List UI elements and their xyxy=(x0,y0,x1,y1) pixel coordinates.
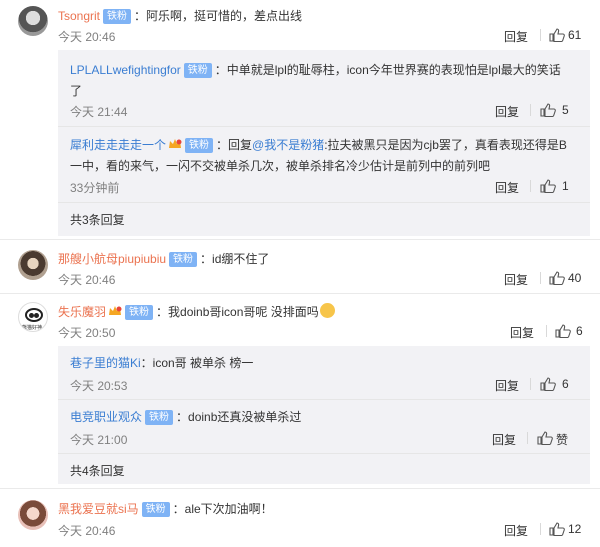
thumbs-up-icon[interactable] xyxy=(540,377,556,391)
reply-time: 今天 21:44 xyxy=(70,105,128,119)
like-count: 6 xyxy=(576,324,583,338)
reply-line: 电竞职业观众 铁粉 ：doinb还真没被单杀过 xyxy=(70,408,301,425)
reply-button[interactable]: 回复 xyxy=(504,522,528,539)
mention-link[interactable]: @我不是粉猪 xyxy=(252,138,324,152)
reply-button[interactable]: 回复 xyxy=(495,103,519,120)
replies-box: 巷子里的猫Ki：icon哥 被单杀 榜一 今天 20:53 回复 6 电竞职业观… xyxy=(58,346,590,484)
reply-button[interactable]: 回复 xyxy=(492,431,516,448)
divider xyxy=(530,104,531,116)
reply-button[interactable]: 回复 xyxy=(495,377,519,394)
reply-time: 今天 21:00 xyxy=(70,433,128,447)
fan-badge[interactable]: 铁粉 xyxy=(141,502,170,517)
crying-emoji-icon xyxy=(319,303,335,318)
vip-crown-icon xyxy=(169,139,182,148)
thumbs-up-icon[interactable] xyxy=(549,28,565,42)
reply-author[interactable]: 电竞职业观众 xyxy=(70,410,142,424)
thumbs-up-icon[interactable] xyxy=(555,324,571,338)
reply-line: 犀利走走走走一个 铁粉 ：回复@我不是粉猪:拉夫被黑只是因为cjb罢了，真看表现还得… xyxy=(70,136,567,153)
thumbs-up-icon[interactable] xyxy=(537,431,553,445)
reply-prefix: ：回复 xyxy=(216,138,253,152)
comment-time: 今天 20:50 xyxy=(58,326,116,340)
like-label: 赞 xyxy=(556,433,569,447)
divider xyxy=(540,29,541,41)
reply-divider xyxy=(58,202,590,203)
like-count: 5 xyxy=(562,103,569,117)
thumbs-up-icon[interactable] xyxy=(540,179,556,193)
reply-author[interactable]: LPLALLwefightingfor xyxy=(70,63,181,77)
like-count: 12 xyxy=(568,522,582,536)
divider xyxy=(546,325,547,337)
reply-button[interactable]: 回复 xyxy=(504,271,528,288)
comment-divider xyxy=(0,293,600,294)
like-count: 1 xyxy=(562,179,569,193)
avatar[interactable]: 熊猫好神 xyxy=(18,302,48,332)
comment-divider xyxy=(0,488,600,489)
commenter-name[interactable]: 失乐魔羽 xyxy=(58,305,106,319)
comment-time: 今天 20:46 xyxy=(58,273,116,287)
comment-time: 今天 20:46 xyxy=(58,524,116,538)
reply-text: ：icon哥 被单杀 榜一 xyxy=(140,356,254,370)
commenter-name[interactable]: 黑我爱豆就si马 xyxy=(58,502,139,516)
divider xyxy=(530,180,531,192)
divider xyxy=(530,378,531,390)
reply-divider xyxy=(58,399,590,400)
fan-badge[interactable]: 铁粉 xyxy=(183,63,212,78)
reply-author[interactable]: 巷子里的猫Ki xyxy=(70,356,141,370)
commenter-name[interactable]: Tsongrit xyxy=(58,9,100,23)
comment-line: 那艘小航母piupiubiu 铁粉 ：id绷不住了 xyxy=(58,250,269,267)
comment-line: 黑我爱豆就si马 铁粉 ：ale下次加油啊！ xyxy=(58,500,273,517)
panda-icon xyxy=(25,308,43,322)
comment-text: ：阿乐啊，挺可惜的，差点出线 xyxy=(134,9,303,23)
reply-button[interactable]: 回复 xyxy=(495,179,519,196)
like-count: 6 xyxy=(562,377,569,391)
thumbs-up-icon[interactable] xyxy=(549,522,565,536)
divider xyxy=(527,432,528,444)
reply-text: ：中单就是lpl的耻辱柱，icon今年世界赛的表现怕是lpl最大的笑话 xyxy=(214,63,561,77)
replies-box: LPLALLwefightingfor 铁粉 ：中单就是lpl的耻辱柱，icon今年… xyxy=(58,50,590,236)
like-count: 61 xyxy=(568,28,582,42)
like-count: 40 xyxy=(568,271,582,285)
reply-text: ：doinb还真没被单杀过 xyxy=(176,410,302,424)
fan-badge[interactable]: 铁粉 xyxy=(185,138,214,153)
fan-badge[interactable]: 铁粉 xyxy=(169,252,198,267)
comment-text: ：我doinb哥icon哥呢 没排面吗 xyxy=(156,305,319,319)
avatar[interactable] xyxy=(18,250,48,280)
comment-time: 今天 20:46 xyxy=(58,30,116,44)
reply-time: 33分钟前 xyxy=(70,181,120,195)
avatar[interactable] xyxy=(18,500,48,530)
reply-divider xyxy=(58,126,590,127)
divider xyxy=(540,272,541,284)
reply-line: 巷子里的猫Ki：icon哥 被单杀 榜一 xyxy=(70,354,253,371)
comment-text: ：ale下次加油啊！ xyxy=(172,502,273,516)
avatar[interactable] xyxy=(18,6,48,36)
reply-button[interactable]: 回复 xyxy=(510,324,534,341)
fan-badge[interactable]: 铁粉 xyxy=(145,410,174,425)
thumbs-up-icon[interactable] xyxy=(540,103,556,117)
reply-author[interactable]: 犀利走走走走一个 xyxy=(70,138,166,152)
thumbs-up-icon[interactable] xyxy=(549,271,565,285)
reply-text: :拉夫被黑只是因为cjb罢了，真看表现还得是B xyxy=(324,138,567,152)
reply-line: LPLALLwefightingfor 铁粉 ：中单就是lpl的耻辱柱，icon今年… xyxy=(70,61,561,78)
reply-time: 今天 20:53 xyxy=(70,379,128,393)
more-replies-link[interactable]: 共3条回复 xyxy=(70,211,125,228)
comment-line: 失乐魔羽 铁粉 ：我doinb哥icon哥呢 没排面吗 xyxy=(58,303,335,320)
commenter-name[interactable]: 那艘小航母piupiubiu xyxy=(58,252,166,266)
fan-badge[interactable]: 铁粉 xyxy=(103,9,132,24)
reply-text-cont: 了 xyxy=(70,84,83,98)
comment-text: ：id绷不住了 xyxy=(200,252,270,266)
reply-divider xyxy=(58,453,590,454)
reply-text-cont: 一中，看的来气，一闪不交被单杀几次，被单杀排名冷少估计是前列中的前列吧 xyxy=(70,159,491,173)
avatar-caption: 熊猫好神 xyxy=(22,325,43,331)
divider xyxy=(540,523,541,535)
fan-badge[interactable]: 铁粉 xyxy=(125,305,154,320)
comment-divider xyxy=(0,239,600,240)
comment-line: Tsongrit 铁粉 ：阿乐啊，挺可惜的，差点出线 xyxy=(58,7,302,24)
reply-button[interactable]: 回复 xyxy=(504,28,528,45)
vip-crown-icon xyxy=(109,306,122,315)
more-replies-link[interactable]: 共4条回复 xyxy=(70,462,125,479)
